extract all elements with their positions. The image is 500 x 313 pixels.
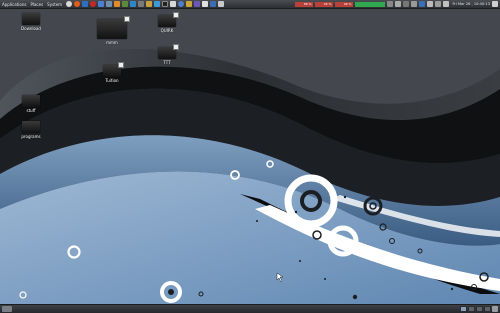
workspace-1[interactable]	[460, 306, 467, 312]
network-icon[interactable]	[434, 1, 441, 7]
monitor-value: 96 %	[343, 2, 352, 6]
desktop-icon-tuition[interactable]: Tuition	[92, 62, 132, 83]
desktop-icon-label: stuff	[26, 108, 36, 113]
folder-link-icon	[97, 16, 130, 39]
menu-applications[interactable]: Applications	[2, 2, 26, 7]
desktop-icon-ttt[interactable]: TTT	[147, 44, 187, 65]
monitor-value: 95 %	[323, 2, 332, 6]
vlc-icon[interactable]	[114, 1, 121, 7]
desktop-icon-label: Tuition	[105, 78, 119, 83]
desktop-icon-quirk[interactable]: QUIRK	[147, 12, 187, 33]
cpu-monitor[interactable]: 88 %	[294, 1, 313, 7]
menu-system[interactable]: System	[47, 2, 62, 7]
wallpaper-dot	[294, 210, 298, 214]
workspace-3[interactable]	[476, 306, 483, 312]
menu-places[interactable]: Places	[30, 2, 43, 7]
wallpaper-dot	[343, 195, 347, 199]
app-launcher-icon[interactable]	[186, 1, 193, 7]
power-icon[interactable]	[492, 1, 498, 7]
top-panel: Applications Places System 88 % 95 % 96 …	[0, 0, 500, 9]
desktop-icon-label: programs	[21, 134, 41, 139]
swap-monitor[interactable]: 96 %	[334, 1, 353, 7]
app-launcher-icon[interactable]	[106, 1, 113, 7]
app-launcher-icon[interactable]	[178, 1, 185, 7]
clock[interactable]: Fri Mar 26 , 10:40:13	[453, 2, 491, 6]
workspace-4[interactable]	[484, 306, 491, 312]
desktop-icon-label: mmm	[106, 40, 118, 45]
desktop-icon-label: TTT	[163, 60, 171, 65]
app-launcher-icon[interactable]	[210, 1, 217, 7]
folder-link-icon	[158, 12, 179, 27]
folder-icon	[22, 121, 40, 133]
network-monitor[interactable]	[354, 1, 385, 7]
app-launcher-icon[interactable]	[146, 1, 153, 7]
bluetooth-icon[interactable]	[418, 1, 425, 7]
inkscape-icon[interactable]	[162, 1, 169, 7]
terminal-icon[interactable]	[130, 1, 137, 7]
desktop-icon-label: Download	[21, 26, 41, 31]
opera-icon[interactable]	[90, 1, 97, 7]
folder-link-icon	[158, 44, 179, 59]
wallpaper-dot	[450, 287, 454, 291]
desktop-icon-mmm[interactable]: mmm	[92, 16, 132, 45]
wallpaper-dot	[352, 294, 358, 300]
system-tray-icon[interactable]	[410, 1, 417, 7]
desktop-icon-programs[interactable]: programs	[11, 121, 51, 139]
desktop-icon-label: QUIRK	[160, 28, 174, 33]
app-launcher-icon[interactable]	[170, 1, 177, 7]
app-launcher-icon[interactable]	[138, 1, 145, 7]
wallpaper-dot	[299, 260, 301, 262]
volume-icon[interactable]	[426, 1, 433, 7]
wallpaper	[0, 9, 500, 304]
folder-link-icon	[103, 62, 124, 77]
trash-icon[interactable]	[492, 306, 498, 312]
thunderbird-icon[interactable]	[82, 1, 89, 7]
app-launcher-icon[interactable]	[194, 1, 201, 7]
mail-icon[interactable]	[442, 1, 449, 7]
wallpaper-ring	[168, 289, 174, 295]
show-desktop-button[interactable]	[2, 306, 12, 312]
desktop-icon-download[interactable]: Download	[11, 13, 51, 31]
system-tray-icon[interactable]	[386, 1, 393, 7]
monitor-value: 88 %	[303, 2, 312, 6]
app-launcher-icon[interactable]	[154, 1, 161, 7]
desktop[interactable]: Download mmm QUIRK Tuition TTT stuff pro…	[0, 9, 500, 304]
wallpaper-dot	[324, 278, 326, 280]
app-launcher-icon[interactable]	[98, 1, 105, 7]
memory-monitor[interactable]: 95 %	[314, 1, 333, 7]
app-launcher-icon[interactable]	[202, 1, 209, 7]
system-tray-icon[interactable]	[402, 1, 409, 7]
folder-icon	[22, 13, 40, 25]
firefox-icon[interactable]	[74, 1, 81, 7]
system-tray-icon[interactable]	[394, 1, 401, 7]
folder-icon	[22, 95, 40, 107]
wallpaper-dot	[355, 189, 359, 193]
wallpaper-dot	[256, 220, 258, 222]
desktop-icon-stuff[interactable]: stuff	[11, 95, 51, 113]
help-icon[interactable]	[66, 1, 73, 7]
workspace-2[interactable]	[468, 306, 475, 312]
bottom-panel	[0, 304, 500, 313]
app-launcher-icon[interactable]	[218, 1, 225, 7]
app-launcher-icon[interactable]	[122, 1, 129, 7]
